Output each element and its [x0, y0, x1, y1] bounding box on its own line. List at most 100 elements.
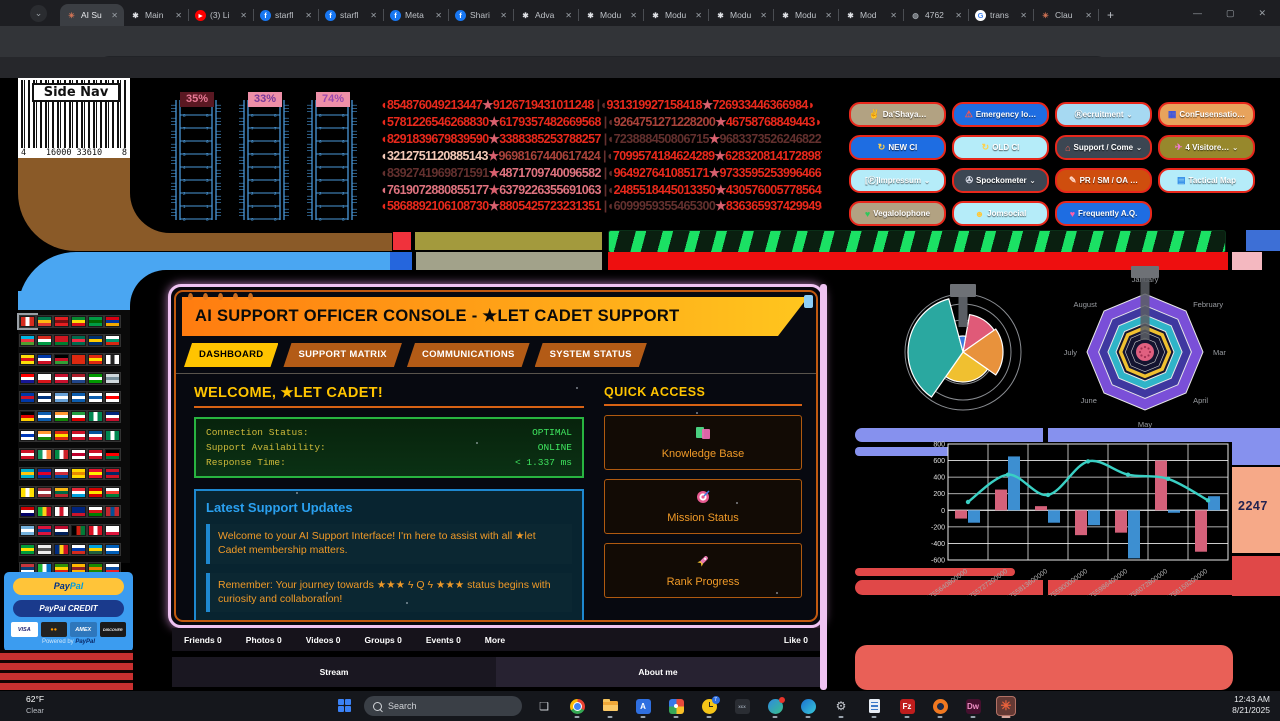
- language-flag[interactable]: [54, 525, 69, 536]
- language-flag[interactable]: [54, 449, 69, 460]
- language-flag[interactable]: [105, 335, 120, 346]
- language-flag[interactable]: [105, 430, 120, 441]
- browser-tab-ai-su[interactable]: ✳AI Su✕: [60, 4, 124, 26]
- language-flag[interactable]: [88, 316, 103, 327]
- language-flag[interactable]: [105, 544, 120, 555]
- nav-button-jomsocial[interactable]: ☻Jomsocial: [952, 201, 1049, 226]
- language-flag[interactable]: [88, 411, 103, 422]
- console-scrollbar-thumb[interactable]: [804, 295, 813, 308]
- nav-button-old-ci[interactable]: ↻OLD CI: [952, 135, 1049, 160]
- nav-button--impressum[interactable]: [Ⓟ]Impressum⌄: [849, 168, 946, 193]
- language-flag[interactable]: [37, 316, 52, 327]
- tab-close-icon[interactable]: ✕: [760, 11, 767, 20]
- language-flag[interactable]: [20, 544, 35, 555]
- tab-close-icon[interactable]: ✕: [175, 11, 182, 20]
- dreamweaver-icon[interactable]: Dw: [963, 696, 983, 716]
- quick-button-rank-progress[interactable]: Rank Progress: [604, 543, 802, 598]
- paypal-button[interactable]: PayPal: [13, 578, 124, 595]
- language-flag[interactable]: [37, 392, 52, 403]
- language-flag[interactable]: [20, 487, 35, 498]
- file-explorer-icon[interactable]: [600, 696, 620, 716]
- language-flag[interactable]: [105, 449, 120, 460]
- task-view-icon[interactable]: ❏: [534, 696, 554, 716]
- settings-icon[interactable]: ⚙: [831, 696, 851, 716]
- language-flag[interactable]: [20, 430, 35, 441]
- tab-close-icon[interactable]: ✕: [890, 11, 897, 20]
- language-flag[interactable]: [37, 506, 52, 517]
- language-flag[interactable]: [54, 316, 69, 327]
- filezilla-icon[interactable]: Fz: [897, 696, 917, 716]
- language-flag[interactable]: [20, 354, 35, 365]
- browser-tab-4762[interactable]: ◍4762✕: [904, 4, 968, 26]
- language-flag[interactable]: [54, 430, 69, 441]
- nav-button-frequently-a-q-[interactable]: ♥Frequently A.Q.: [1055, 201, 1152, 226]
- language-flag[interactable]: [20, 449, 35, 460]
- menu-item-photos[interactable]: Photos 0: [246, 635, 282, 645]
- console-tab-system-status[interactable]: SYSTEM STATUS: [535, 343, 647, 367]
- language-flag[interactable]: [20, 335, 35, 346]
- edge-icon[interactable]: [798, 696, 818, 716]
- language-flag[interactable]: [37, 335, 52, 346]
- language-flag[interactable]: [88, 354, 103, 365]
- language-flag[interactable]: [105, 468, 120, 479]
- tab-close-icon[interactable]: ✕: [435, 11, 442, 20]
- language-flag[interactable]: [105, 487, 120, 498]
- browser-tab--3-li[interactable]: ▸(3) Li✕: [189, 4, 253, 26]
- browser-tab-adva[interactable]: ✱Adva✕: [514, 4, 578, 26]
- nav-button-tactical-map[interactable]: ▤Tactical Map: [1158, 168, 1255, 193]
- dark-app-icon[interactable]: xcx: [732, 696, 752, 716]
- tab-close-icon[interactable]: ✕: [1085, 11, 1092, 20]
- side-nav-barcode[interactable]: Side Nav 4 16000 33610 8: [18, 78, 130, 160]
- language-flag[interactable]: [54, 354, 69, 365]
- start-button[interactable]: [338, 699, 352, 713]
- nav-button-pr-sm-oa-[interactable]: ✎PR / SM / OA …: [1055, 168, 1152, 193]
- nav-button-support-come[interactable]: ⌂Support / Come⌄: [1055, 135, 1152, 160]
- taskbar-search[interactable]: Search: [364, 696, 522, 716]
- language-flag[interactable]: [88, 506, 103, 517]
- language-flag[interactable]: [71, 430, 86, 441]
- language-flag[interactable]: [88, 373, 103, 384]
- tab-close-icon[interactable]: ✕: [1020, 11, 1027, 20]
- language-flag[interactable]: [20, 506, 35, 517]
- nav-button-new-ci[interactable]: ↻NEW CI: [849, 135, 946, 160]
- language-flag[interactable]: [37, 525, 52, 536]
- language-flag[interactable]: [54, 487, 69, 498]
- language-flag[interactable]: [37, 354, 52, 365]
- console-tab-support-matrix[interactable]: SUPPORT MATRIX: [283, 343, 401, 367]
- tab-close-icon[interactable]: ✕: [111, 11, 118, 20]
- language-flag[interactable]: [71, 316, 86, 327]
- language-flag[interactable]: [54, 392, 69, 403]
- tab-close-icon[interactable]: ✕: [630, 11, 637, 20]
- language-flag[interactable]: [71, 411, 86, 422]
- language-flag[interactable]: [54, 411, 69, 422]
- nav-button--ecruitment[interactable]: Ⓡecruitment⌄: [1055, 102, 1152, 127]
- profile-tab-stream[interactable]: Stream: [172, 657, 496, 687]
- browser-tab-modu[interactable]: ✱Modu✕: [774, 4, 838, 26]
- language-flag[interactable]: [37, 544, 52, 555]
- menu-item-friends[interactable]: Friends 0: [184, 635, 222, 645]
- chrome-icon[interactable]: [567, 696, 587, 716]
- browser-tab-modu[interactable]: ✱Modu✕: [709, 4, 773, 26]
- menu-item-videos[interactable]: Videos 0: [306, 635, 341, 645]
- language-flag[interactable]: [71, 449, 86, 460]
- tab-close-icon[interactable]: ✕: [240, 11, 247, 20]
- anydesk-icon[interactable]: A: [633, 696, 653, 716]
- language-flag[interactable]: [54, 373, 69, 384]
- nav-button-4-visitore-[interactable]: ✈4 Visitore…⌄: [1158, 135, 1255, 160]
- language-flag[interactable]: [105, 316, 120, 327]
- language-flag[interactable]: [37, 468, 52, 479]
- language-flag[interactable]: [37, 449, 52, 460]
- browser-tab-main[interactable]: ✱Main✕: [124, 4, 188, 26]
- language-flag[interactable]: [71, 544, 86, 555]
- language-flag[interactable]: [37, 373, 52, 384]
- tab-close-icon[interactable]: ✕: [305, 11, 312, 20]
- language-flag[interactable]: [20, 525, 35, 536]
- language-flag[interactable]: [37, 430, 52, 441]
- language-flag[interactable]: [105, 506, 120, 517]
- tab-search-chevron-icon[interactable]: ⌄: [30, 5, 47, 22]
- browser-tab-trans[interactable]: Gtrans✕: [969, 4, 1033, 26]
- language-flag[interactable]: [54, 468, 69, 479]
- browser-tab-clau[interactable]: ✳Clau✕: [1034, 4, 1098, 26]
- language-flag[interactable]: [71, 373, 86, 384]
- tab-close-icon[interactable]: ✕: [825, 11, 832, 20]
